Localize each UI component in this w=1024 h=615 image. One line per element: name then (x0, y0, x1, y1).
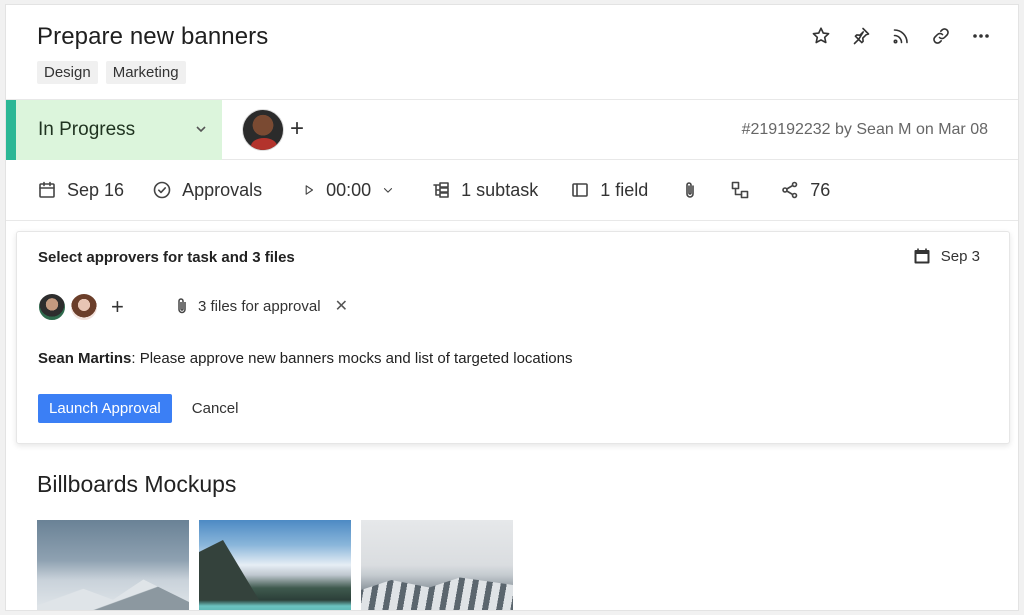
assignee-avatar[interactable] (242, 109, 284, 151)
status-dropdown[interactable]: In Progress (6, 100, 222, 160)
approval-due-label: Sep 3 (940, 247, 980, 265)
approval-message: Sean Martins: Please approve new banners… (38, 350, 572, 367)
calendar-icon (914, 248, 930, 264)
add-approver-icon[interactable]: + (111, 296, 124, 318)
section-title: Billboards Mockups (37, 471, 237, 497)
message-text: : Please approve new banners mocks and l… (131, 350, 573, 367)
approval-files-label: 3 files for approval (198, 297, 321, 315)
approval-due-date[interactable]: Sep 3 (913, 247, 980, 265)
due-date-button[interactable]: Sep 16 (37, 180, 124, 201)
chevron-down-icon (384, 188, 393, 193)
tag-list: Design Marketing (37, 61, 186, 84)
avatar[interactable] (37, 292, 67, 322)
calendar-icon (39, 181, 55, 198)
paperclip-icon (686, 182, 695, 198)
timer-button[interactable]: 00:00 (302, 180, 395, 201)
add-assignee-icon[interactable]: + (290, 117, 304, 141)
star-icon[interactable] (810, 25, 832, 47)
image-gallery (37, 520, 513, 610)
status-row: In Progress + #219192232 by Sean M on Ma… (6, 99, 1018, 160)
mockup-thumbnail[interactable] (361, 520, 513, 610)
message-author: Sean Martins (38, 350, 132, 367)
subtasks-button[interactable]: 1 subtask (431, 180, 538, 201)
task-toolbar: Sep 16 Approvals 00:00 1 subtask 1 field… (6, 160, 1018, 221)
link-icon[interactable] (930, 25, 952, 47)
approval-files[interactable]: 3 files for approval ✕ (174, 296, 348, 316)
share-icon (782, 181, 798, 199)
tag-design[interactable]: Design (37, 61, 98, 84)
paperclip-icon (178, 298, 186, 314)
fields-label: 1 field (600, 179, 649, 200)
approver-list: + (37, 292, 124, 322)
task-meta: #219192232 by Sean M on Mar 08 (741, 121, 988, 138)
share-count: 76 (810, 179, 831, 200)
field-icon (572, 183, 589, 197)
status-label: In Progress (38, 119, 136, 140)
launch-approval-button[interactable]: Launch Approval (38, 394, 172, 423)
task-header: Prepare new banners Design Marketing (6, 5, 1018, 100)
attachments-button[interactable] (680, 180, 700, 200)
approval-actions: Launch Approval Cancel (38, 394, 238, 423)
dependency-icon (731, 181, 749, 199)
approvals-label: Approvals (182, 179, 263, 200)
fields-button[interactable]: 1 field (570, 180, 648, 201)
check-circle-icon (153, 181, 171, 199)
subtask-icon (433, 182, 449, 198)
approvals-button[interactable]: Approvals (152, 180, 262, 201)
rss-icon[interactable] (890, 25, 912, 47)
timer-value: 00:00 (326, 179, 372, 200)
cancel-button[interactable]: Cancel (192, 400, 239, 417)
header-actions (810, 25, 992, 47)
approval-panel: Select approvers for task and 3 files Se… (16, 231, 1010, 444)
task-card: Prepare new banners Design Marketing In … (5, 4, 1019, 611)
subtasks-label: 1 subtask (461, 179, 539, 200)
play-icon (305, 185, 314, 195)
avatar[interactable] (69, 292, 99, 322)
approval-title: Select approvers for task and 3 files (38, 249, 295, 266)
mockup-thumbnail[interactable] (199, 520, 351, 610)
chevron-down-icon (194, 122, 208, 136)
tag-marketing[interactable]: Marketing (105, 61, 186, 84)
share-button[interactable]: 76 (780, 180, 830, 201)
mockup-thumbnail[interactable] (37, 520, 189, 610)
pin-icon[interactable] (850, 25, 872, 47)
task-title[interactable]: Prepare new banners (37, 23, 268, 51)
dependencies-button[interactable] (730, 180, 750, 200)
due-date-label: Sep 16 (67, 179, 125, 200)
more-icon[interactable] (970, 25, 992, 47)
close-icon[interactable]: ✕ (335, 296, 348, 316)
